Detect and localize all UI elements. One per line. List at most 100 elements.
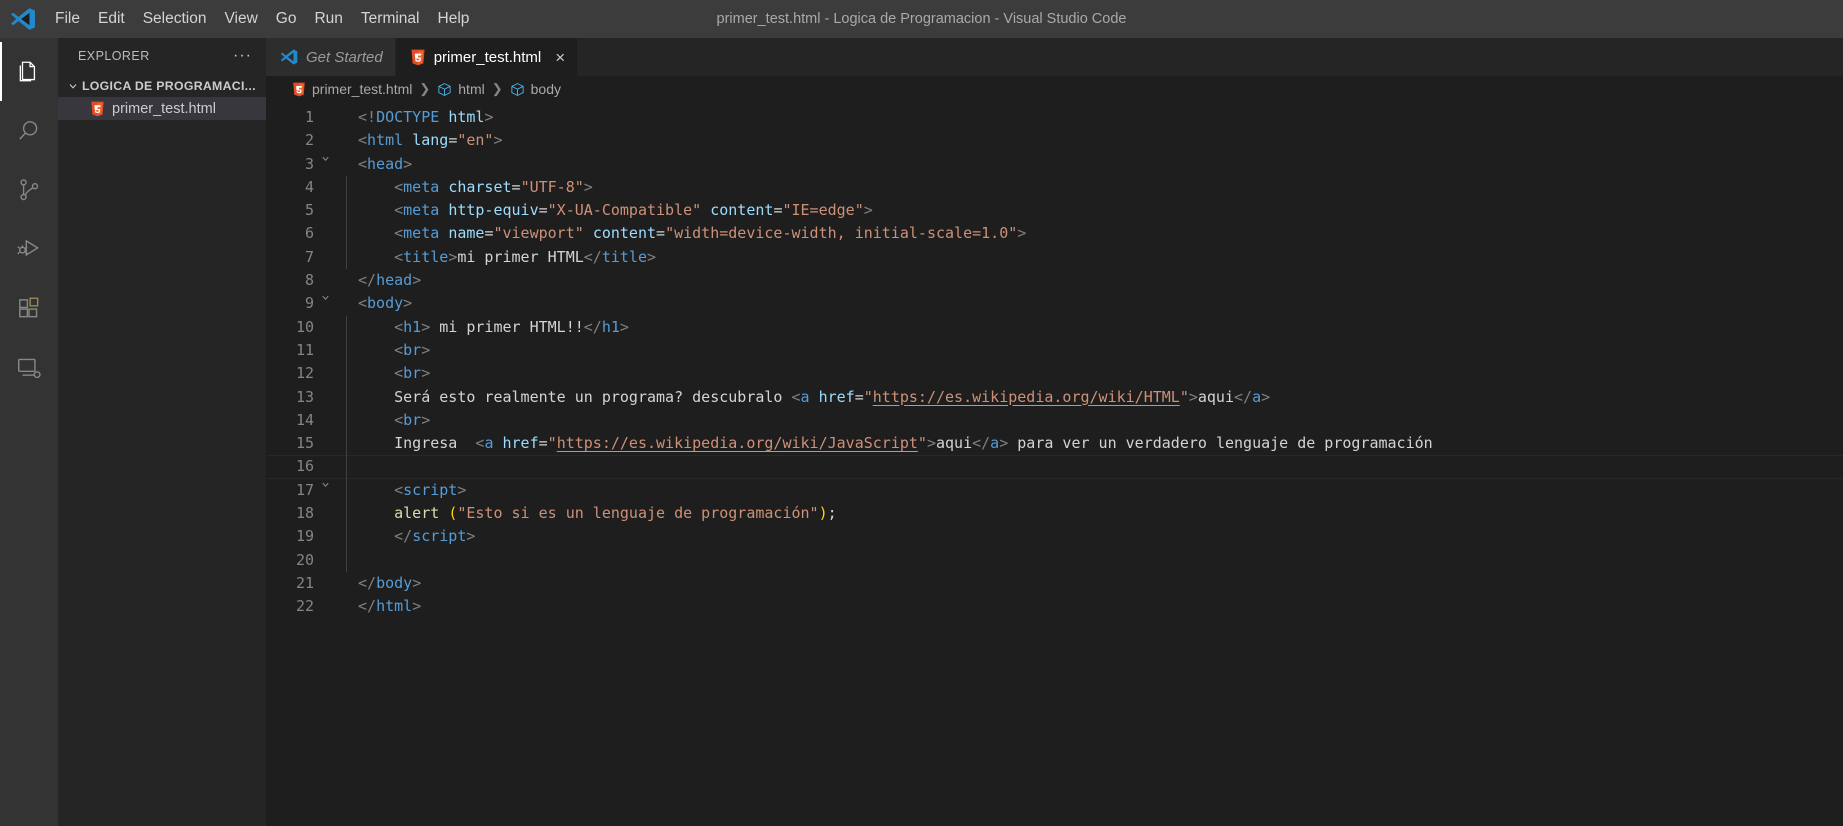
token-punct: </ [583,247,602,266]
menu-item-view[interactable]: View [215,0,266,38]
menu-item-terminal[interactable]: Terminal [352,0,429,38]
code-text: <h1> mi primer HTML!!</h1> [347,316,1843,339]
token-punct: < [394,480,404,499]
token-str: "X-UA-Compatible" [547,201,702,220]
menu-item-selection[interactable]: Selection [134,0,216,38]
code-line[interactable]: 4 <meta charset="UTF-8"> [266,175,1843,200]
code-text: <br> [347,409,1843,432]
code-text: </head> [347,269,1843,292]
token-punct: < [358,294,368,313]
code-line[interactable]: 10 <h1> mi primer HTML!!</h1> [266,315,1843,339]
token-tag: body [367,294,404,313]
token-attr: href [502,434,539,453]
activitybar-search[interactable] [0,101,58,160]
code-line[interactable]: 3 <head> [266,153,1843,176]
chevron-down-icon[interactable] [314,292,336,315]
sidebar-explorer: EXPLORER ··· LOGICA DE PROGRAMACI... pri… [58,38,266,826]
code-line[interactable]: 2 <html lang="en"> [266,129,1843,152]
breadcrumb-item-html[interactable]: html [437,81,485,97]
line-number: 12 [295,364,314,383]
token-link[interactable]: https://es.wikipedia.org/wiki/JavaScript [557,434,918,452]
token-punct: < [358,154,368,173]
tab-get-started[interactable]: Get Started [266,38,396,76]
code-line[interactable]: 22 </html> [266,595,1843,618]
sidebar-more-actions-icon[interactable]: ··· [227,48,258,64]
breadcrumb-label: html [458,81,485,97]
line-number: 22 [295,597,314,616]
activitybar-remote-explorer[interactable] [0,337,58,396]
code-line[interactable]: 21 </body> [266,572,1843,595]
code-line[interactable]: 14 <br> [266,408,1843,433]
chevron-down-icon[interactable] [314,153,336,176]
code-line[interactable]: 5 <meta http-equiv="X-UA-Compatible" con… [266,199,1843,223]
code-line[interactable]: 12 <br> [266,362,1843,386]
code-line[interactable]: 6 <meta name="viewport" content="width=d… [266,222,1843,246]
token-punct: > [403,294,413,313]
token-punct: < [394,317,404,336]
code-editor[interactable]: 1 <!DOCTYPE html> 2 <html lang="en"> 3 <head>… [266,102,1843,826]
code-text: <meta http-equiv="X-UA-Compatible" conte… [347,199,1843,222]
menu-bar: File Edit Selection View Go Run Terminal Help [46,0,478,38]
token-eq: = [511,177,521,196]
token-attr: lang [412,131,449,150]
fold-gutter [314,502,336,525]
token-tag: br [403,364,422,383]
code-line[interactable]: 16 [266,455,1843,479]
activitybar-run-debug[interactable] [0,219,58,278]
code-line[interactable]: 8 </head> [266,269,1843,292]
fold-gutter [314,549,336,572]
code-line[interactable]: 13 Será esto realmente un programa? desc… [266,385,1843,409]
activitybar-source-control[interactable] [0,160,58,219]
fold-gutter [314,386,336,409]
breadcrumb-item-body[interactable]: body [510,81,561,97]
token-punct: > [421,364,431,383]
explorer-folder-row[interactable]: LOGICA DE PROGRAMACI... [58,74,266,97]
code-line[interactable]: 19 </script> [266,525,1843,549]
chevron-down-icon[interactable] [314,479,336,502]
code-line[interactable]: 18 alert ("Esto si es un lenguaje de pro… [266,502,1843,526]
menu-item-run[interactable]: Run [305,0,351,38]
menu-item-edit[interactable]: Edit [89,0,134,38]
menu-item-go[interactable]: Go [267,0,306,38]
activitybar-extensions[interactable] [0,278,58,337]
breadcrumb-label: primer_test.html [312,81,413,97]
code-line[interactable]: 9 <body> [266,292,1843,315]
explorer-file-name: primer_test.html [112,100,216,117]
code-line[interactable]: 11 <br> [266,338,1843,363]
code-line[interactable]: 7 <title>mi primer HTML</title> [266,245,1843,270]
activitybar-explorer[interactable] [0,42,58,101]
token-attr: name [448,224,485,243]
line-number: 3 [304,154,314,173]
code-line[interactable]: 15 Ingresa <a href="https://es.wikipedia… [266,432,1843,456]
symbol-class-icon [437,82,452,97]
token-punct: > [412,597,422,616]
close-icon[interactable]: × [549,49,565,66]
code-line[interactable]: 17 <script> [266,478,1843,503]
token-punct: > [466,527,476,546]
fold-gutter [314,246,336,269]
tab-primer-test-html[interactable]: primer_test.html × [395,38,579,76]
fold-gutter [314,432,336,455]
code-text: <head> [347,153,1843,176]
code-line[interactable]: 1 <!DOCTYPE html> [266,106,1843,129]
line-number: 20 [295,550,314,569]
code-text: <script> [347,479,1843,502]
breadcrumb-item-file[interactable]: primer_test.html [292,81,412,97]
menu-item-help[interactable]: Help [429,0,479,38]
chevron-down-icon [64,80,82,92]
explorer-file-primer-test-html[interactable]: primer_test.html [58,97,266,120]
token-attr: content [592,224,657,243]
code-text: <body> [347,292,1843,315]
code-line[interactable]: 20 [266,548,1843,572]
token-text: aqui [1197,387,1234,406]
token-link[interactable]: https://es.wikipedia.org/wiki/HTML [873,388,1180,406]
menu-item-file[interactable]: File [46,0,89,38]
